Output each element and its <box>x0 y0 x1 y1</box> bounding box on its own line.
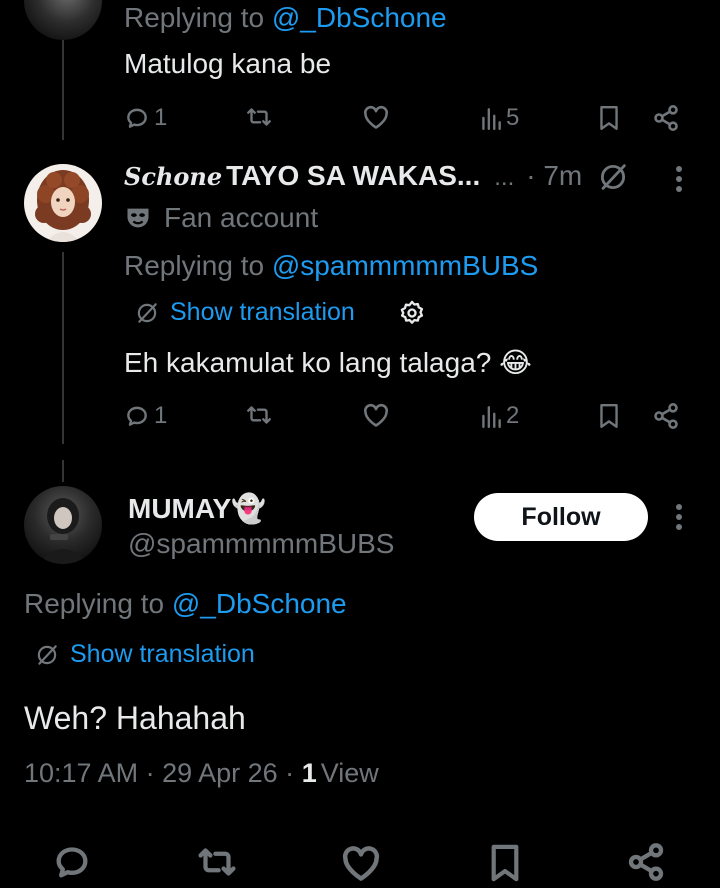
reply-icon <box>127 406 147 426</box>
share-button[interactable] <box>626 842 666 882</box>
more-icon[interactable] <box>672 502 686 532</box>
replying-to: Replying to @_DbSchone <box>124 2 447 34</box>
ghost-emoji: 👻 <box>231 493 267 524</box>
tweet-text: Eh kakamulat ko lang talaga? 😂 <box>124 346 532 379</box>
author-handle[interactable]: @spammmmmBUBS <box>128 528 394 560</box>
reply-button[interactable] <box>52 842 92 882</box>
reply-button[interactable]: 1 <box>124 104 167 132</box>
thread-line <box>62 252 64 444</box>
show-translation-label: Show translation <box>70 640 255 668</box>
author-name-bold: TAYO SA WAKAS... <box>226 160 481 191</box>
share-icon <box>654 105 678 131</box>
retweet-button[interactable] <box>244 402 274 428</box>
share-icon <box>628 843 664 881</box>
views-button[interactable]: 5 <box>480 104 519 132</box>
bookmark-icon <box>600 404 618 428</box>
more-icon[interactable] <box>672 164 686 194</box>
reply-icon <box>127 108 147 128</box>
tweet-time[interactable]: · 7m <box>526 160 582 192</box>
retweet-icon <box>247 108 271 126</box>
reply-button[interactable]: 1 <box>124 402 167 430</box>
follow-button-label: Follow <box>521 502 601 531</box>
view-count: 5 <box>506 104 520 131</box>
bookmark-button[interactable] <box>598 402 620 430</box>
replying-handle-link[interactable]: @_DbSchone <box>272 2 447 33</box>
show-translation-label: Show translation <box>170 298 355 326</box>
settings-icon[interactable] <box>398 299 426 327</box>
author-name[interactable]: MUMAY👻 <box>128 492 266 525</box>
like-icon <box>342 846 380 881</box>
like-icon <box>364 105 388 129</box>
replying-handle-link[interactable]: @spammmmmBUBS <box>272 250 538 281</box>
replying-handle-link[interactable]: @_DbSchone <box>172 588 347 619</box>
retweet-icon <box>198 848 236 876</box>
replying-label: Replying to <box>124 2 265 33</box>
share-button[interactable] <box>652 402 680 430</box>
thread-line <box>62 40 64 140</box>
replying-to: Replying to @_DbSchone <box>24 588 347 620</box>
reply-count: 1 <box>154 104 168 131</box>
reply-icon <box>56 847 88 878</box>
tweet-text-content: Eh kakamulat ko lang talaga? <box>124 347 492 378</box>
like-button[interactable] <box>362 104 390 130</box>
share-button[interactable] <box>652 104 680 132</box>
name-truncation: ... <box>494 164 515 191</box>
retweet-icon <box>247 406 271 424</box>
tweet-meta: 10:17 AM · 29 Apr 26 · 1 View <box>24 758 379 789</box>
bookmark-icon <box>491 844 519 882</box>
translate-icon <box>137 302 157 323</box>
retweet-button[interactable] <box>244 104 274 130</box>
view-label: View <box>320 758 379 788</box>
replying-label: Replying to <box>24 588 165 619</box>
emoji: 😂 <box>499 347 532 378</box>
translate-icon <box>600 164 626 190</box>
thread-line <box>62 460 64 482</box>
retweet-button[interactable] <box>194 842 240 882</box>
like-button[interactable] <box>340 844 382 882</box>
show-translation-button[interactable]: Show translation <box>34 640 255 669</box>
avatar-illustration <box>35 170 91 242</box>
avatar[interactable] <box>24 0 102 40</box>
share-icon <box>654 403 678 429</box>
author-name-script: Schone <box>124 162 223 191</box>
view-count: 2 <box>506 402 520 429</box>
timestamp[interactable]: 10:17 AM · 29 Apr 26 · <box>24 758 294 788</box>
view-count: 1 <box>301 758 317 788</box>
account-badge: Fan account <box>124 202 318 234</box>
bookmark-button[interactable] <box>488 842 522 884</box>
views-button[interactable]: 2 <box>480 402 519 430</box>
tweet-text: Matulog kana be <box>124 48 332 79</box>
follow-button[interactable]: Follow <box>474 493 648 541</box>
show-translation-button[interactable]: Show translation <box>134 298 355 327</box>
like-icon <box>364 403 388 427</box>
like-button[interactable] <box>362 402 390 428</box>
avatar[interactable] <box>24 164 102 242</box>
replying-to: Replying to @spammmmmBUBS <box>124 250 538 282</box>
mask-icon <box>127 208 149 228</box>
badge-label: Fan account <box>164 202 319 233</box>
views-icon <box>482 406 501 429</box>
author-name-text: MUMAY <box>128 493 232 524</box>
tweet-text: Weh? Hahahah <box>24 700 246 736</box>
translate-icon <box>37 644 57 665</box>
avatar[interactable] <box>24 486 102 564</box>
reply-count: 1 <box>154 402 168 429</box>
author-name[interactable]: Schone TAYO SA WAKAS... ... · 7m <box>124 160 582 192</box>
avatar-illustration <box>38 498 88 564</box>
bookmark-icon <box>600 106 618 130</box>
replying-label: Replying to <box>124 250 265 281</box>
views-icon <box>482 108 501 131</box>
bookmark-button[interactable] <box>598 104 620 132</box>
